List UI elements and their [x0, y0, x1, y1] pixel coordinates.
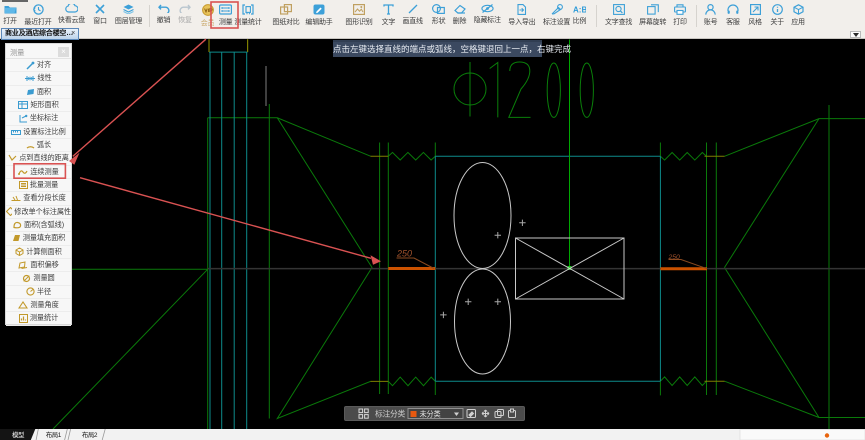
svg-text:标注分类: 标注分类	[375, 409, 405, 419]
svg-text:250: 250	[668, 254, 681, 261]
svg-text:布局2: 布局2	[82, 430, 98, 439]
svg-text:布局1: 布局1	[46, 430, 62, 439]
svg-text:模型: 模型	[12, 430, 25, 439]
svg-text:未分类: 未分类	[420, 410, 441, 419]
svg-text:250: 250	[396, 249, 412, 259]
